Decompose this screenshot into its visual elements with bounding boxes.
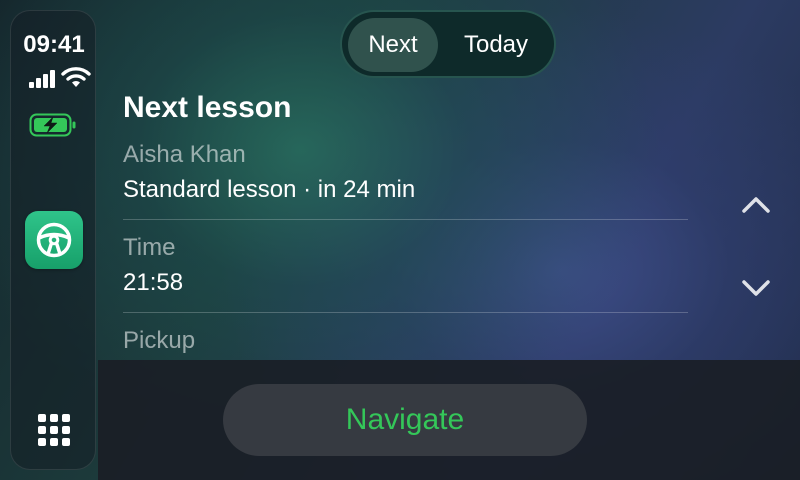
- app-grid-icon[interactable]: [38, 414, 70, 446]
- sidebar-dock: 09:41: [10, 10, 96, 470]
- section-title: Next lesson: [123, 91, 292, 124]
- steering-wheel-icon: [36, 222, 72, 258]
- battery-charging-icon: [29, 113, 76, 137]
- chevron-up-icon[interactable]: [736, 190, 776, 220]
- lesson-summary: Standard lesson · in 24 min: [123, 176, 416, 203]
- pickup-label: Pickup: [123, 327, 196, 354]
- carplay-screen: 09:41 Next Today Next lesson Aisha Khan …: [0, 0, 800, 480]
- divider: [123, 312, 688, 313]
- wifi-icon: [61, 67, 91, 87]
- time-value: 21:58: [123, 269, 184, 296]
- divider: [123, 219, 688, 220]
- segment-today[interactable]: Today: [446, 18, 546, 72]
- student-name: Aisha Khan: [123, 141, 246, 168]
- driving-app-icon[interactable]: [25, 211, 83, 269]
- segment-next[interactable]: Next: [348, 18, 438, 72]
- status-indicators: [19, 66, 91, 88]
- view-segmented-control: Next Today: [340, 10, 556, 78]
- status-clock: 09:41: [23, 31, 85, 58]
- cellular-signal-icon: [29, 68, 59, 88]
- chevron-down-icon[interactable]: [736, 273, 776, 303]
- time-label: Time: [123, 234, 176, 261]
- navigate-button[interactable]: Navigate: [223, 384, 587, 456]
